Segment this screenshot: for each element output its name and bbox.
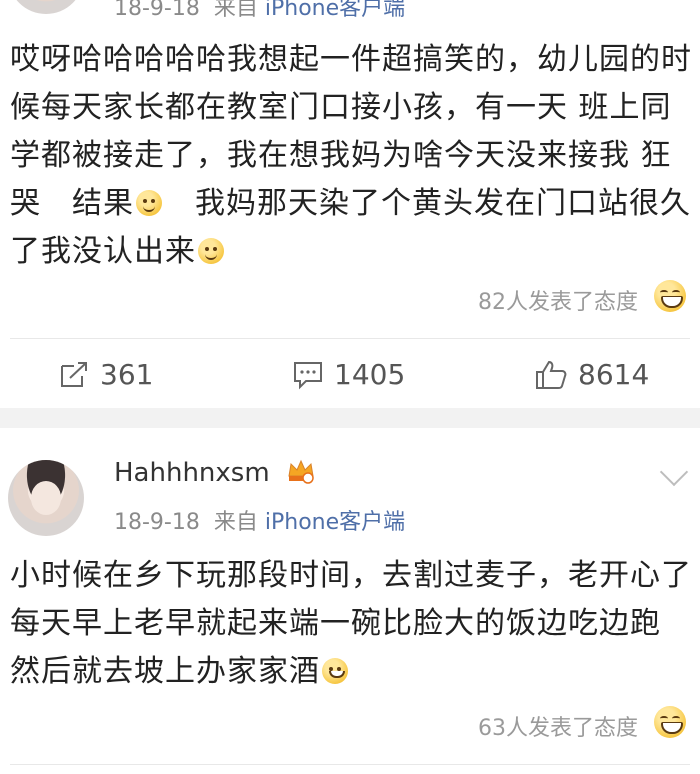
chevron-down-icon[interactable] — [659, 457, 689, 487]
post-separator — [0, 408, 700, 428]
comment-count: 1405 — [334, 358, 406, 391]
source-link[interactable]: iPhone客户端 — [265, 0, 405, 21]
crown-icon — [288, 459, 314, 484]
post-content: 小时候在乡下玩那段时间，去割过麦子，老开心了 每天早上老早就起来端一碗比脸大的饭… — [10, 552, 700, 696]
divider — [10, 338, 690, 339]
reactions-count[interactable]: 63人发表了态度 — [478, 710, 638, 742]
source-link[interactable]: iPhone客户端 — [265, 510, 405, 535]
like-count: 8614 — [578, 358, 650, 391]
from-label: 来自 — [213, 510, 258, 535]
post-card: 18-9-18 来自 iPhone客户端 哎呀哈哈哈哈哈我想起一件超搞笑的，幼儿… — [0, 0, 700, 408]
grin-emoji-icon[interactable] — [654, 706, 686, 738]
from-label: 来自 — [213, 0, 258, 21]
comment-button[interactable]: 1405 — [292, 358, 405, 391]
post-meta: 18-9-18 来自 iPhone客户端 — [114, 0, 405, 22]
post-text: 小时候在乡下玩那段时间，去割过麦子，老开心了 每天早上老早就起来端一碗比脸大的饭… — [10, 558, 700, 689]
repost-icon — [61, 361, 87, 387]
post-content: 哎呀哈哈哈哈哈我想起一件超搞笑的，幼儿园的时候每天家长都在教室门口接小孩，有一天… — [10, 36, 694, 276]
like-button[interactable]: 8614 — [534, 358, 649, 391]
repost-button[interactable]: 361 — [58, 358, 153, 391]
repost-count: 361 — [100, 358, 154, 391]
avatar[interactable] — [8, 0, 84, 14]
avatar[interactable] — [8, 460, 84, 536]
smile-emoji-icon — [198, 238, 224, 264]
post-card: Hahhhnxsm 18-9-18 来自 iPhone客户端 小时候在乡下玩那段… — [0, 428, 700, 774]
reactions-count[interactable]: 82人发表了态度 — [478, 284, 638, 316]
comment-icon — [294, 361, 322, 389]
laugh-emoji-icon — [322, 658, 348, 684]
like-icon — [536, 360, 567, 389]
post-date: 18-9-18 — [114, 0, 200, 21]
post-date: 18-9-18 — [114, 510, 200, 535]
grin-emoji-icon[interactable] — [654, 280, 686, 312]
post-meta: 18-9-18 来自 iPhone客户端 — [114, 504, 405, 536]
smile-emoji-icon — [136, 190, 162, 216]
divider — [10, 764, 690, 765]
action-bar: 361 1405 8614 — [0, 340, 700, 408]
username[interactable]: Hahhhnxsm — [114, 458, 270, 488]
